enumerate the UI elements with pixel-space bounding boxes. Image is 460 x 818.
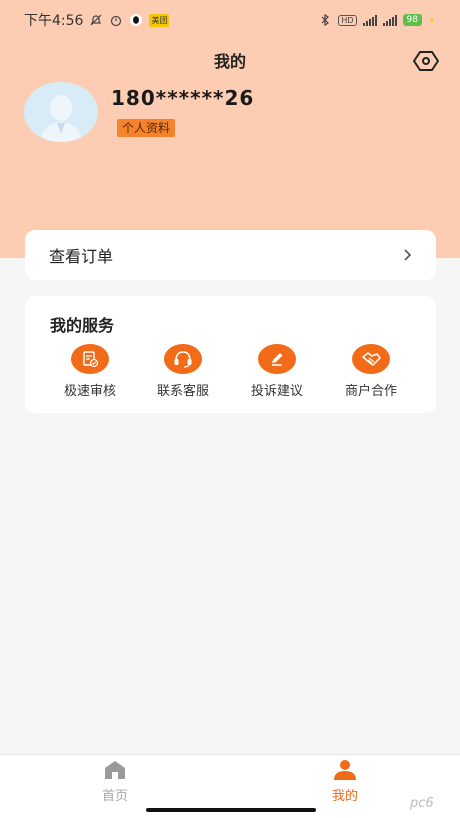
qq-icon [130, 14, 143, 26]
status-time: 下午4:56 [24, 13, 84, 29]
headset-icon [164, 344, 202, 374]
service-fast-review[interactable]: 极速审核 [50, 344, 130, 399]
services-title: 我的服务 [50, 316, 115, 335]
service-label: 联系客服 [156, 384, 209, 399]
signal-icon-2 [382, 14, 397, 26]
meituan-badge: 美团 [149, 13, 170, 27]
user-avatar-icon [24, 82, 98, 142]
bluetooth-icon [321, 13, 330, 27]
service-label: 极速审核 [63, 384, 116, 399]
view-orders-row[interactable]: 查看订单 [25, 230, 436, 280]
home-indicator[interactable] [146, 808, 316, 812]
profile-link[interactable]: 个人资料 [117, 119, 176, 137]
status-bar: 下午4:56 美团 HD 98 [0, 0, 460, 40]
service-label: 投诉建议 [250, 384, 303, 399]
alarm-icon [111, 15, 122, 27]
charging-icon [429, 16, 435, 24]
battery-indicator: 98 [402, 14, 422, 26]
person-icon [334, 760, 356, 780]
avatar[interactable] [24, 82, 98, 142]
tab-home[interactable]: 首页 [75, 759, 155, 804]
page-title: 我的 [213, 52, 246, 71]
view-orders-label: 查看订单 [49, 247, 114, 266]
notification-off-icon [91, 14, 102, 26]
settings-button[interactable] [412, 48, 440, 74]
document-check-icon [71, 344, 109, 374]
services-card: 我的服务 极速审核 联系客服 投诉建议 商户合作 [25, 296, 436, 413]
tab-mine[interactable]: 我的 [305, 759, 385, 804]
user-phone: 180******26 [111, 86, 255, 110]
handshake-icon [352, 344, 390, 374]
tab-home-label: 首页 [101, 789, 128, 804]
service-complaints[interactable]: 投诉建议 [237, 344, 317, 399]
service-merchant-partnership[interactable]: 商户合作 [331, 344, 411, 399]
home-icon [105, 761, 125, 779]
chevron-right-icon [404, 249, 412, 261]
watermark: pc6 [410, 796, 434, 811]
service-contact-support[interactable]: 联系客服 [143, 344, 223, 399]
hd-badge: HD [338, 14, 357, 26]
settings-icon [413, 51, 439, 71]
signal-icon [362, 14, 377, 26]
pencil-icon [258, 344, 296, 374]
service-label: 商户合作 [344, 384, 397, 399]
tab-mine-label: 我的 [331, 789, 358, 804]
